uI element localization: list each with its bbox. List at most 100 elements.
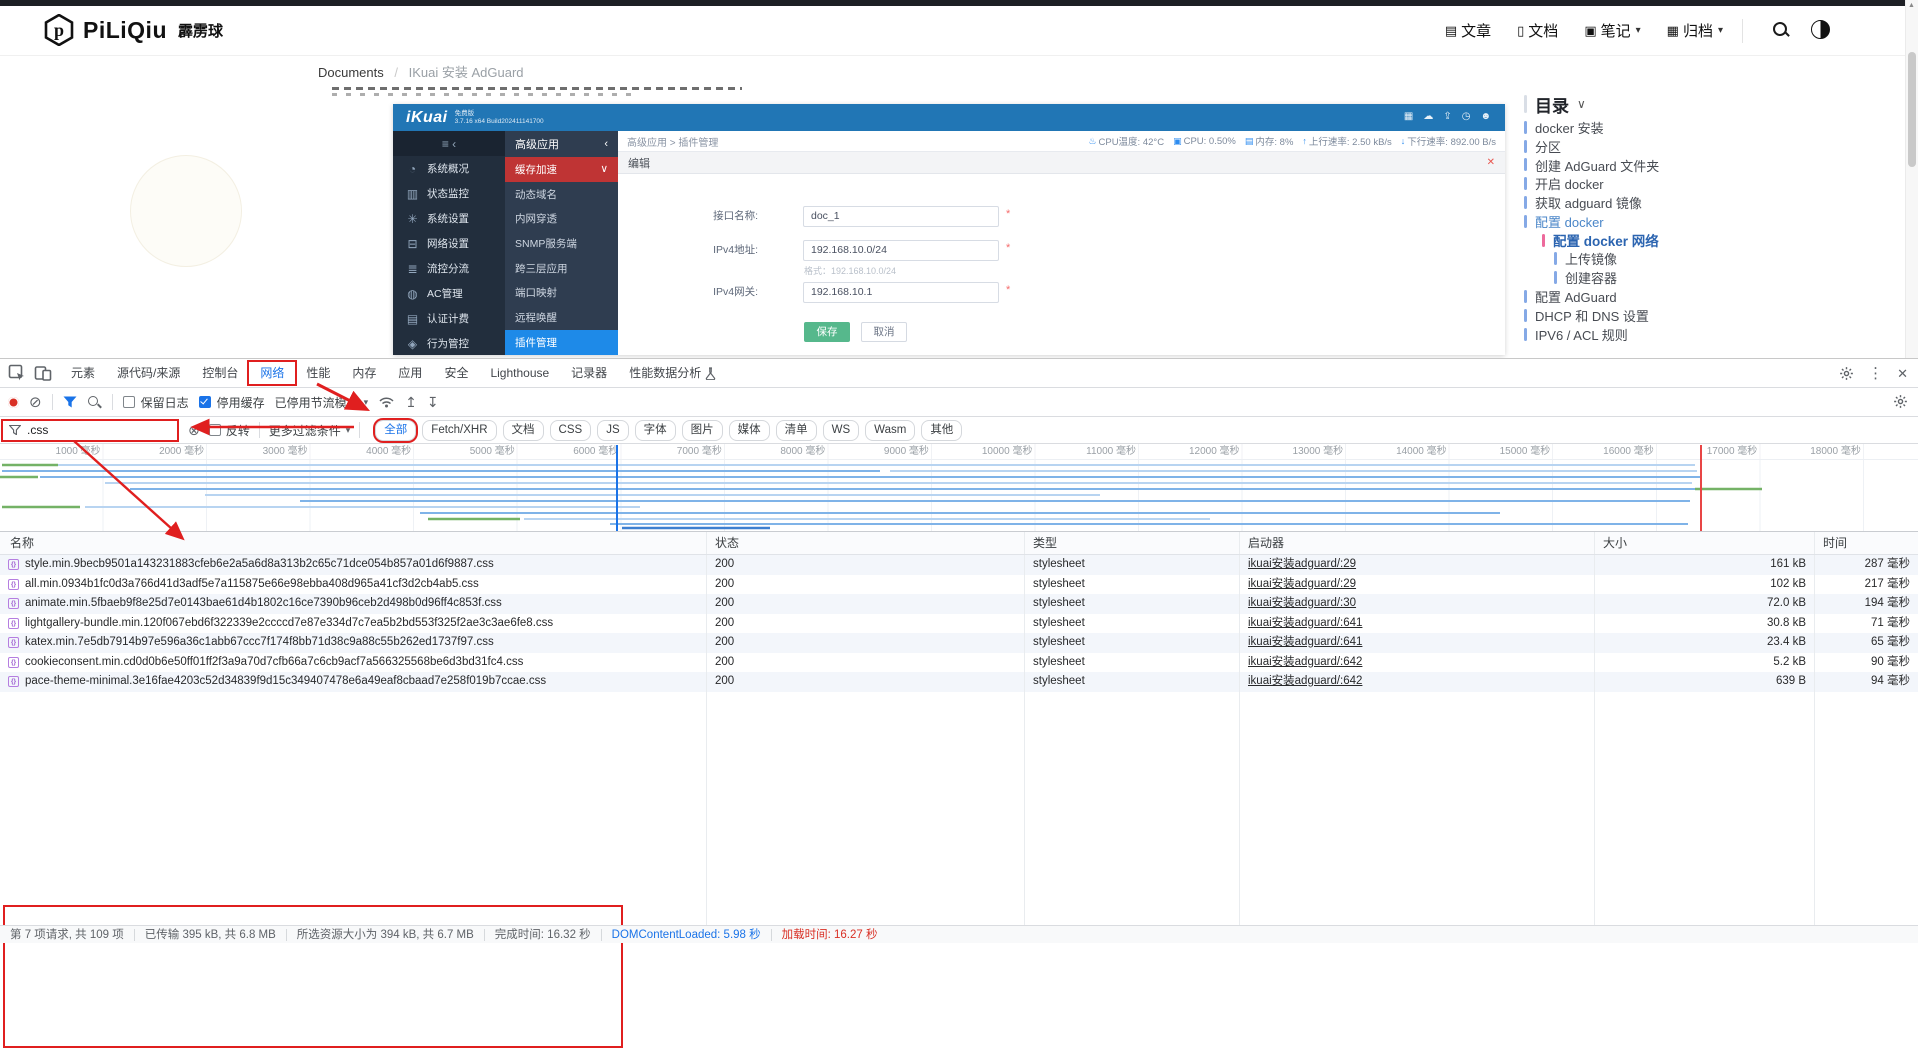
column-header-status[interactable]: 状态 [707,532,1025,554]
nav-item[interactable]: ▯ 文档 [1517,20,1558,41]
request-type-chip[interactable]: WS [823,420,860,441]
column-header-type[interactable]: 类型 [1025,532,1240,554]
network-conditions-icon[interactable] [378,396,395,408]
page-scrollbar[interactable]: ▲ [1905,0,1918,358]
request-row[interactable]: {} katex.min.7e5db7914b97e596a36c1abb67c… [0,633,1918,653]
network-overview-waterfall[interactable] [0,460,1918,532]
theme-toggle-icon[interactable] [1811,20,1830,39]
toc-item[interactable]: 上传镜像 [1524,250,1914,269]
toc-item[interactable]: 开启 docker [1524,174,1914,193]
breadcrumb-root[interactable]: Documents [318,65,384,80]
search-network-icon[interactable] [87,395,102,410]
toc-item[interactable]: 分区 [1524,137,1914,156]
toc-title-bar [1524,95,1527,113]
clear-network-log-icon[interactable]: ⊘ [29,395,42,410]
toc-item[interactable]: docker 安装 [1524,118,1914,137]
search-icon[interactable] [1772,21,1790,39]
close-icon: ✕ [1487,157,1495,168]
preserve-log-checkbox[interactable] [123,396,135,408]
initiator-link[interactable]: ikuai安装adguard/:642 [1248,656,1362,668]
toc-item[interactable]: 配置 docker 网络 [1524,231,1914,250]
scrollbar-thumb[interactable] [1908,52,1916,167]
disable-cache-checkbox[interactable] [199,396,211,408]
kebab-menu-icon[interactable]: ⋮ [1868,366,1883,381]
clear-filter-icon[interactable]: ⊗ [188,423,200,438]
toc-item[interactable]: 配置 AdGuard [1524,287,1914,306]
initiator-link[interactable]: ikuai安装adguard/:642 [1248,675,1362,687]
initiator-link[interactable]: ikuai安装adguard/:29 [1248,578,1356,590]
initiator-link[interactable]: ikuai安装adguard/:29 [1248,558,1356,570]
clipped-doc-text [332,87,742,90]
toc-item[interactable]: 获取 adguard 镜像 [1524,193,1914,212]
close-icon[interactable]: ✕ [1897,366,1908,381]
filter-icon[interactable] [63,396,77,408]
devtools-tab[interactable]: 安全 [433,359,479,387]
ikuai-sidebar-icon: ◔ [406,162,419,176]
devtools-tab[interactable]: 源代码/来源 [106,359,191,387]
devtools-tab[interactable]: 控制台 [191,359,249,387]
devtools-tab[interactable]: 性能 [295,359,341,387]
ikuai-sidebar-icon: ≣ [406,262,419,276]
request-type-chip[interactable]: Wasm [865,420,915,441]
preserve-log-label: 保留日志 [141,394,189,411]
request-row[interactable]: {} style.min.9becb9501a143231883cfeb6e2a… [0,555,1918,575]
devtools-tab[interactable]: 应用 [387,359,433,387]
import-har-icon[interactable]: ↥ [405,395,417,410]
scroll-up-icon[interactable]: ▲ [1908,2,1915,9]
request-type-chip[interactable]: 清单 [776,420,817,441]
request-type-chip[interactable]: 媒体 [729,420,770,441]
devtools-tab[interactable]: Lighthouse [479,359,560,387]
toc-item[interactable]: IPV6 / ACL 规则 [1524,325,1914,344]
column-header-name[interactable]: 名称 [0,532,707,554]
toc-item[interactable]: 创建 AdGuard 文件夹 [1524,156,1914,175]
column-header-time[interactable]: 时间 [1815,532,1918,554]
request-status: 200 [707,555,1025,575]
toc-item-marker [1524,140,1527,153]
toc-item[interactable]: 创建容器 [1524,268,1914,287]
request-type-chip[interactable]: 其他 [921,420,962,441]
devtools-tab[interactable]: 网络 [249,362,295,384]
devtools-tab[interactable]: 内存 [341,359,387,387]
ikuai-form: 接口名称: doc_1 * IPv4地址: 192.168.10.0/24 * … [618,174,1505,355]
record-network-log-icon[interactable] [8,397,19,408]
request-type-chip[interactable]: 文档 [503,420,544,441]
initiator-link[interactable]: ikuai安装adguard/:30 [1248,597,1356,609]
initiator-link[interactable]: ikuai安装adguard/:641 [1248,617,1362,629]
filter-input[interactable]: .css [3,421,177,440]
nav-item[interactable]: ▦ 归档 ▾ [1667,20,1723,41]
request-type-chip[interactable]: JS [597,420,628,441]
devtools-tab[interactable]: 记录器 [560,359,618,387]
column-header-initiator[interactable]: 启动器 [1240,532,1595,554]
request-row[interactable]: {} all.min.0934b1fc0d3a766d41d3adf5e7a11… [0,575,1918,595]
gear-icon[interactable] [1839,366,1854,381]
network-settings-gear-icon[interactable] [1893,394,1908,409]
throttling-select[interactable]: 已停用节流模式 ▾ [275,394,369,411]
device-toolbar-icon[interactable] [34,364,52,382]
request-type-chip[interactable]: 图片 [682,420,723,441]
request-type-chip[interactable]: Fetch/XHR [422,420,496,441]
request-type-chip[interactable]: CSS [550,420,592,441]
invert-checkbox[interactable] [209,424,221,436]
status-transferred: 已传输 395 kB, 共 6.8 MB [135,929,287,941]
export-har-icon[interactable]: ↧ [427,395,439,410]
request-type-chip[interactable]: 字体 [635,420,676,441]
request-time: 94 毫秒 [1815,672,1918,692]
inspect-element-icon[interactable] [8,364,26,382]
request-row[interactable]: {} animate.min.5fbaeb9f8e25d7e0143bae61d… [0,594,1918,614]
request-type-chip[interactable]: 全部 [375,420,416,441]
initiator-link[interactable]: ikuai安装adguard/:641 [1248,636,1362,648]
ikuai-sidebar-label: 行为管控 [427,336,469,351]
request-row[interactable]: {} pace-theme-minimal.3e16fae4203c52d348… [0,672,1918,692]
devtools-tab[interactable]: 性能数据分析 [618,359,727,387]
more-filters-dropdown[interactable]: 更多过滤条件 ▾ [269,422,351,439]
status-requests: 第 7 项请求, 共 109 项 [10,929,135,941]
site-logo[interactable]: p PiLiQiu 霹雳球 [44,14,223,46]
request-row[interactable]: {} cookieconsent.min.cd0d0b6e50ff01ff2f3… [0,653,1918,673]
request-row[interactable]: {} lightgallery-bundle.min.120f067ebd6f3… [0,614,1918,634]
nav-item[interactable]: ▣ 笔记 ▾ [1584,20,1640,41]
nav-item[interactable]: ▤ 文章 [1445,20,1491,41]
toc-item[interactable]: DHCP 和 DNS 设置 [1524,306,1914,325]
column-header-size[interactable]: 大小 [1595,532,1815,554]
devtools-tab[interactable]: 元素 [60,359,106,387]
toc-item[interactable]: 配置 docker [1524,212,1914,231]
